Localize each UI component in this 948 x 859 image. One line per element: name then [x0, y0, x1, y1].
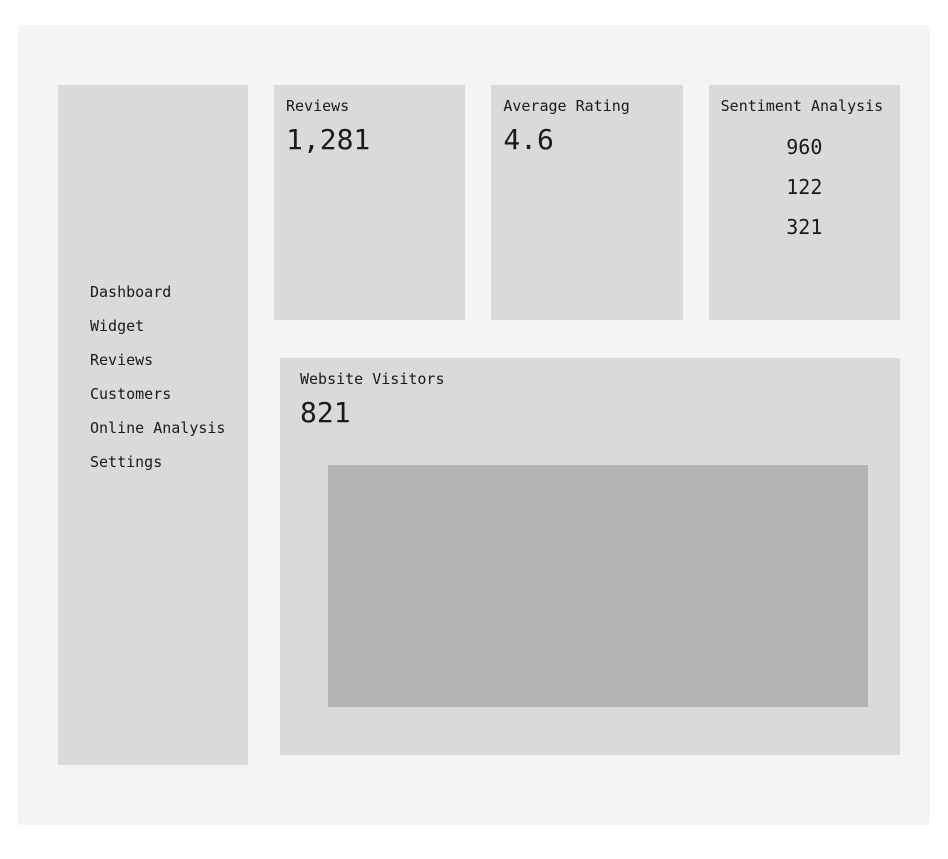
main-content: Reviews 1,281 Average Rating 4.6 Sentime…	[274, 85, 900, 765]
rating-card-value: 4.6	[503, 123, 670, 156]
sentiment-value-1: 960	[786, 135, 822, 159]
sentiment-value-3: 321	[786, 215, 822, 239]
sidebar-item-widget[interactable]: Widget	[58, 309, 248, 343]
reviews-card-title: Reviews	[286, 97, 453, 115]
rating-card: Average Rating 4.6	[491, 85, 682, 320]
sidebar-item-settings[interactable]: Settings	[58, 445, 248, 479]
sentiment-value-2: 122	[786, 175, 822, 199]
visitors-value: 821	[300, 396, 880, 429]
sidebar-item-customers[interactable]: Customers	[58, 377, 248, 411]
sidebar: Dashboard Widget Reviews Customers Onlin…	[58, 85, 248, 765]
reviews-card-value: 1,281	[286, 123, 453, 156]
sidebar-item-dashboard[interactable]: Dashboard	[58, 275, 248, 309]
sentiment-values-list: 960 122 321	[721, 135, 888, 239]
metric-cards-row: Reviews 1,281 Average Rating 4.6 Sentime…	[274, 85, 900, 320]
visitors-panel: Website Visitors 821	[280, 358, 900, 755]
sidebar-item-online-analysis[interactable]: Online Analysis	[58, 411, 248, 445]
reviews-card: Reviews 1,281	[274, 85, 465, 320]
visitors-chart-placeholder	[328, 465, 868, 707]
sentiment-card: Sentiment Analysis 960 122 321	[709, 85, 900, 320]
visitors-title: Website Visitors	[300, 370, 880, 388]
sidebar-item-reviews[interactable]: Reviews	[58, 343, 248, 377]
sentiment-card-title: Sentiment Analysis	[721, 97, 888, 115]
rating-card-title: Average Rating	[503, 97, 670, 115]
app-container: Dashboard Widget Reviews Customers Onlin…	[18, 25, 930, 825]
